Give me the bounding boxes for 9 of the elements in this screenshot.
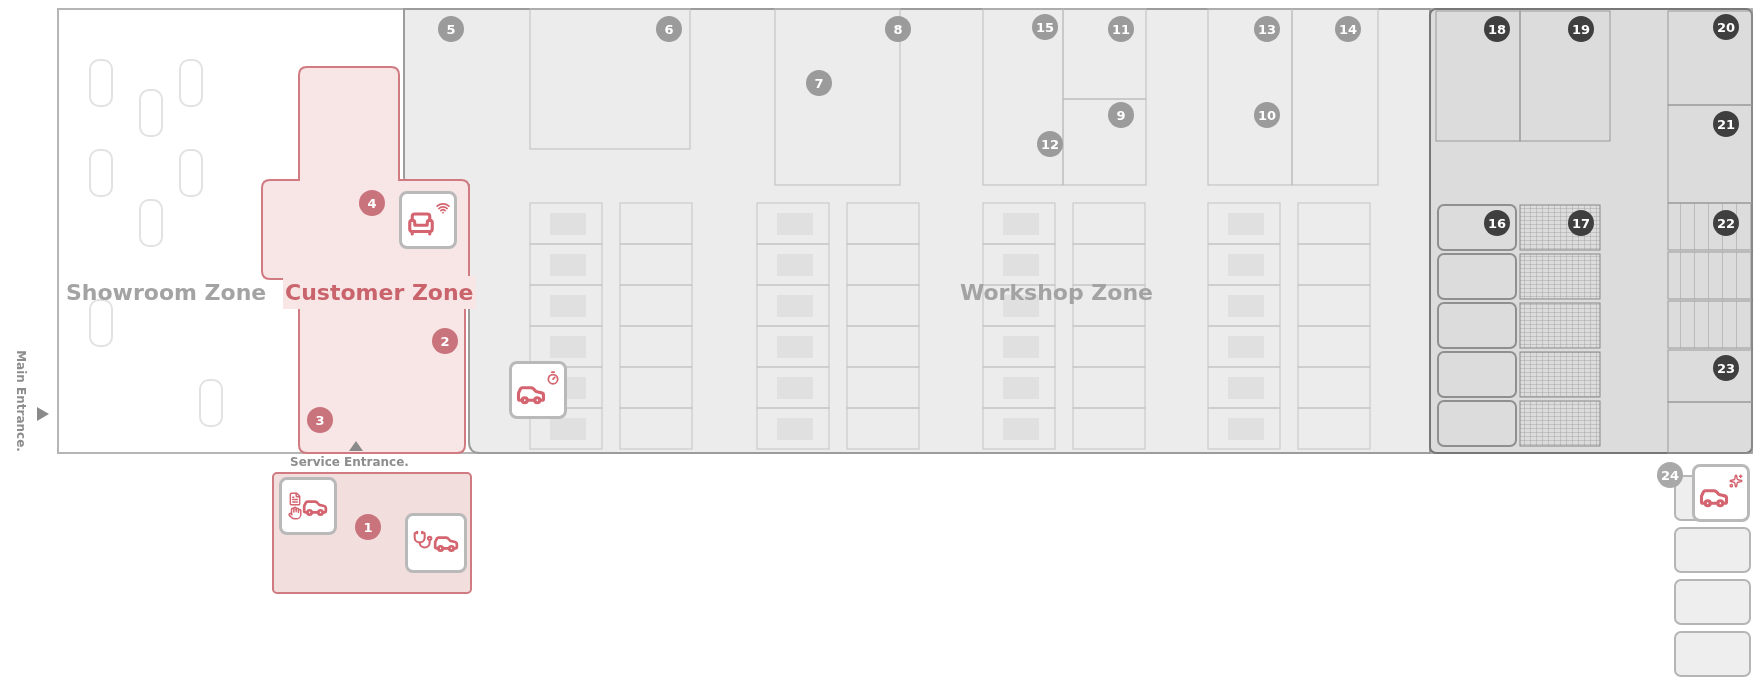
number-marker: 24 xyxy=(1657,462,1683,488)
zone-label: Customer Zone xyxy=(283,276,476,309)
arrow-icon xyxy=(37,407,49,421)
zone-label: Workshop Zone xyxy=(960,279,1153,307)
entrance-label: Service Entrance. xyxy=(290,454,409,471)
entrance-label: Main Entrance. xyxy=(12,350,29,452)
arrow-icon xyxy=(349,441,363,451)
hand-car-icon xyxy=(288,492,328,520)
zone-label: Showroom Zone xyxy=(66,279,267,307)
